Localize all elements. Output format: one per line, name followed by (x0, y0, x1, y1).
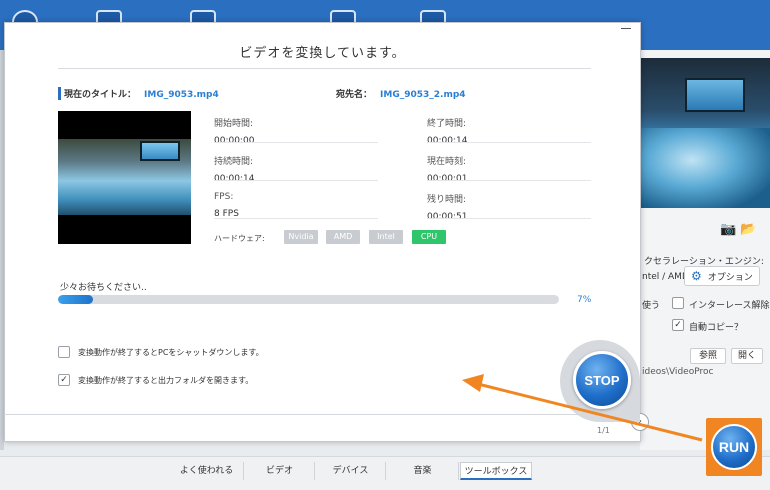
end-time-value: 00:00:14 (427, 136, 468, 146)
stat-divider (427, 142, 591, 143)
current-title-label: 現在のタイトル： (64, 90, 137, 100)
title-divider (58, 68, 591, 69)
run-button[interactable]: RUN (711, 424, 757, 470)
remaining-time-value: 00:00:51 (427, 212, 468, 222)
remaining-time-label: 残り時間: (427, 195, 467, 205)
run-button-highlight[interactable]: RUN (706, 418, 762, 476)
dialog-footer-divider (4, 414, 641, 415)
hw-badge-nvidia: Nvidia (284, 230, 318, 244)
fps-label: FPS: (214, 192, 234, 202)
minimize-icon[interactable] (621, 28, 631, 29)
output-path: ideos\VideoProc (642, 367, 714, 377)
progress-percent: 7% (577, 295, 592, 305)
hw-badge-amd: AMD (326, 230, 360, 244)
browse-button[interactable]: 参照 (690, 348, 726, 364)
deinterlace-checkbox[interactable] (672, 297, 684, 309)
progress-fill (58, 295, 94, 304)
auto-copy-label: 自動コピー？ (689, 323, 744, 333)
hardware-label: ハードウェア: (214, 234, 265, 243)
stat-divider (214, 142, 378, 143)
deinterlace-label: インターレース解除 (689, 301, 770, 311)
open-folder-checkbox[interactable]: ✓ (58, 374, 70, 386)
destination: 宛先名： IMG_9053_2.mp4 (336, 87, 466, 100)
destination-label: 宛先名： (336, 90, 373, 100)
tab-frequent[interactable]: よく使われる (170, 462, 244, 480)
use-label: 使う (642, 301, 661, 311)
current-title-value: IMG_9053.mp4 (144, 90, 219, 100)
hw-badge-cpu: CPU (412, 230, 446, 244)
start-time-value: 00:00:00 (214, 136, 255, 146)
page-count: 1/1 (597, 426, 610, 435)
shutdown-label: 変換動作が終了するとPCをシャットダウンします。 (78, 348, 264, 357)
current-time-label: 現在時刻: (427, 157, 467, 167)
current-time-value: 00:00:01 (427, 174, 468, 184)
current-title: 現在のタイトル： IMG_9053.mp4 (58, 87, 219, 100)
shutdown-checkbox[interactable] (58, 346, 70, 358)
preview-tools: 📷 📂 (720, 222, 757, 237)
tab-video[interactable]: ビデオ (245, 462, 315, 480)
open-folder-label: 変換動作が終了すると出力フォルダを開きます。 (78, 376, 254, 385)
hw-badge-intel: Intel (369, 230, 403, 244)
stat-divider (214, 218, 378, 219)
progress-bar (58, 295, 559, 304)
dialog-title: ビデオを変換しています。 (239, 46, 406, 61)
tab-music[interactable]: 音楽 (387, 462, 459, 480)
thumbnail-screen (140, 141, 180, 161)
open-button[interactable]: 開く (731, 348, 763, 364)
folder-icon[interactable]: 📂 (740, 222, 756, 237)
option-button-label: オプション (707, 272, 753, 283)
tab-toolbox[interactable]: ツールボックス (460, 462, 532, 480)
video-preview (640, 58, 770, 208)
fps: FPS: 8 FPS (214, 192, 239, 219)
intel-amd-label: ntel / AMD (642, 272, 689, 282)
preview-screen (685, 78, 745, 112)
gear-icon: ⚙ (691, 269, 702, 283)
tab-device[interactable]: デバイス (316, 462, 386, 480)
stat-divider (427, 180, 591, 181)
end-time-label: 終了時間: (427, 119, 467, 129)
stat-divider (427, 218, 591, 219)
preview-pool (640, 128, 770, 208)
duration-label: 持続時間: (214, 157, 254, 167)
auto-copy-checkbox[interactable]: ✓ (672, 319, 684, 331)
option-button[interactable]: ⚙ オプション (684, 266, 760, 286)
wait-label: 少々お待ちください.. (60, 283, 147, 293)
duration-value: 00:00:14 (214, 174, 255, 184)
stat-divider (214, 180, 378, 181)
start-time-label: 開始時間: (214, 119, 254, 129)
video-thumbnail (58, 111, 191, 244)
camera-icon[interactable]: 📷 (720, 222, 736, 237)
destination-value: IMG_9053_2.mp4 (380, 90, 466, 100)
stop-button[interactable]: STOP (573, 351, 631, 409)
